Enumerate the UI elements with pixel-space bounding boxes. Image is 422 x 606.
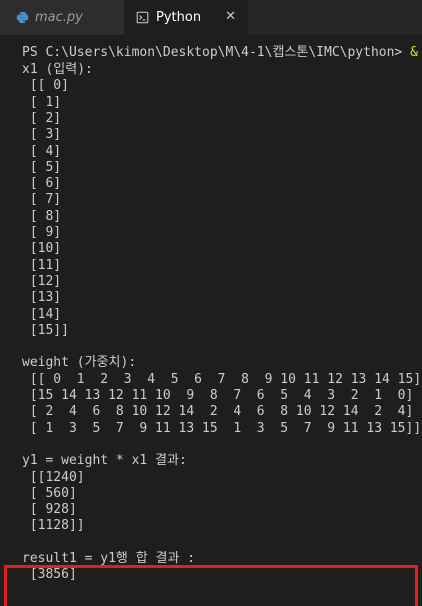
output-line: [ 4] bbox=[22, 143, 62, 159]
terminal-output[interactable]: PS C:\Users\kimon\Desktop\M\4-1\캡스톤\IMC\… bbox=[0, 35, 422, 606]
output-line: [12] bbox=[22, 273, 62, 289]
close-icon[interactable]: ✕ bbox=[225, 9, 236, 24]
output-line: [10] bbox=[22, 241, 62, 257]
tab-bar: mac.py Python ✕ bbox=[0, 0, 422, 35]
output-line: [1128]] bbox=[22, 518, 85, 534]
output-line: [ 6] bbox=[22, 176, 62, 192]
output-line: [ 3] bbox=[22, 127, 62, 143]
output-line: [13] bbox=[22, 290, 62, 306]
output-line: [[ 0 1 2 3 4 5 6 7 8 9 10 11 12 13 14 15… bbox=[22, 371, 422, 387]
tab-label: Python bbox=[156, 10, 202, 25]
output-line: [14] bbox=[22, 306, 62, 322]
output-line: [[1240] bbox=[22, 469, 85, 485]
terminal-icon bbox=[136, 11, 149, 24]
prompt-line: PS C:\Users\kimon\Desktop\M\4-1\캡스톤\IMC\… bbox=[22, 45, 422, 61]
output-line: [11] bbox=[22, 257, 62, 273]
output-line: [[ 0] bbox=[22, 78, 69, 94]
output-line: [ 7] bbox=[22, 192, 62, 208]
prompt-command: & C:/U bbox=[410, 45, 418, 60]
tab-python-terminal[interactable]: Python ✕ bbox=[124, 0, 248, 35]
output-line: [ 2] bbox=[22, 110, 62, 126]
prompt-path: PS C:\Users\kimon\Desktop\M\4-1\캡스톤\IMC\… bbox=[22, 45, 411, 60]
output-line: [ 560] bbox=[22, 485, 77, 501]
tab-mac-py[interactable]: mac.py bbox=[0, 0, 124, 35]
output-line: [15]] bbox=[22, 322, 69, 338]
output-line: [ 1] bbox=[22, 94, 62, 110]
output-line: [ 9] bbox=[22, 225, 62, 240]
result-highlight-box bbox=[4, 565, 418, 606]
output-line: y1 = weight * x1 결과: bbox=[22, 453, 187, 469]
python-file-icon bbox=[16, 11, 29, 24]
output-line: [ 2 4 6 8 10 12 14 2 4 6 8 10 12 14 2 4] bbox=[22, 404, 414, 420]
output-line: [ 8] bbox=[22, 208, 62, 224]
tab-label: mac.py bbox=[35, 10, 83, 25]
output-line: weight (가중치): bbox=[22, 355, 137, 371]
output-line: [ 5] bbox=[22, 159, 62, 175]
output-line: x1 (입력): bbox=[22, 62, 93, 77]
output-line: [15 14 13 12 11 10 9 8 7 6 5 4 3 2 1 0] bbox=[22, 388, 414, 403]
output-line: [ 928] bbox=[22, 502, 77, 518]
output-line: [ 1 3 5 7 9 11 13 15 1 3 5 7 9 11 13 15]… bbox=[22, 420, 422, 436]
